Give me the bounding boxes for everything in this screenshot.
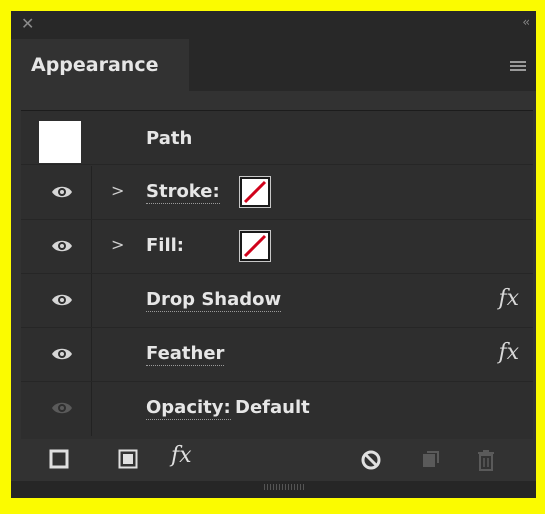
tab-appearance[interactable]: Appearance [11, 39, 189, 91]
panel-menu-icon[interactable] [510, 61, 526, 71]
stroke-swatch[interactable] [240, 177, 270, 207]
appearance-panel: ✕ ‹‹ Appearance Path > Stroke: > Fill: D… [11, 11, 536, 498]
add-new-stroke-icon[interactable] [49, 449, 69, 469]
duplicate-item-icon [423, 451, 439, 467]
path-thumbnail [39, 121, 81, 163]
expand-chevron-icon[interactable]: > [111, 234, 124, 256]
fill-row[interactable]: > Fill: [21, 220, 533, 274]
expand-chevron-icon[interactable]: > [111, 180, 124, 202]
visibility-eye-icon[interactable] [51, 346, 73, 362]
resize-grip-icon[interactable] [264, 484, 304, 490]
opacity-row[interactable]: Opacity: Default [21, 382, 533, 436]
collapse-panel-icon[interactable]: ‹‹ [522, 15, 529, 29]
none-swatch-icon [243, 180, 267, 204]
stroke-row[interactable]: > Stroke: [21, 166, 533, 220]
none-swatch-icon [243, 234, 267, 258]
fx-icon[interactable]: fx [498, 340, 519, 365]
drop-shadow-row[interactable]: Drop Shadow fx [21, 274, 533, 328]
feather-label[interactable]: Feather [146, 343, 225, 366]
visibility-eye-icon[interactable] [51, 292, 73, 308]
footer-toolbar: fx [21, 439, 533, 479]
appearance-list: Path > Stroke: > Fill: Drop Shadow fx Fe… [21, 110, 533, 439]
panel-title-bar: ✕ ‹‹ [11, 11, 536, 39]
visibility-eye-icon[interactable] [51, 184, 73, 200]
add-new-fill-icon[interactable] [118, 449, 138, 469]
add-new-effect-icon[interactable]: fx [171, 443, 192, 468]
clear-appearance-icon[interactable] [360, 449, 382, 471]
delete-item-icon [478, 450, 494, 471]
visibility-eye-icon [52, 402, 72, 414]
stroke-label[interactable]: Stroke: [146, 181, 220, 204]
drop-shadow-label[interactable]: Drop Shadow [146, 289, 282, 312]
fill-label[interactable]: Fill: [146, 235, 184, 257]
feather-row[interactable]: Feather fx [21, 328, 533, 382]
visibility-eye-icon[interactable] [51, 238, 73, 254]
fx-icon[interactable]: fx [498, 286, 519, 311]
opacity-value: Default [235, 397, 310, 418]
fill-swatch[interactable] [240, 231, 270, 261]
opacity-label[interactable]: Opacity: [146, 397, 231, 420]
path-label: Path [146, 128, 193, 149]
tab-strip: Appearance [11, 39, 536, 91]
path-row[interactable]: Path [21, 111, 533, 165]
panel-resize-strip[interactable] [11, 481, 536, 498]
close-icon[interactable]: ✕ [21, 14, 34, 34]
